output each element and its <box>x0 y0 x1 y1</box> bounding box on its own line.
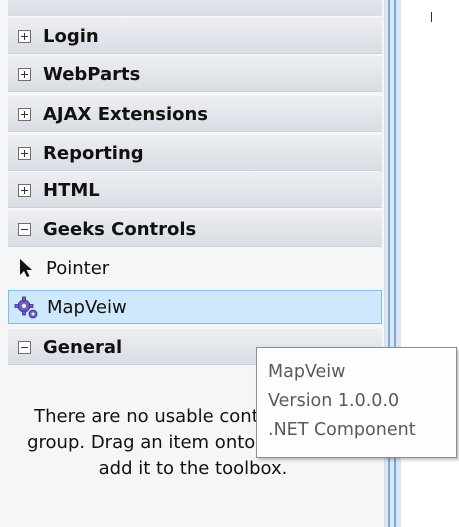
category-html[interactable]: HTML <box>8 172 382 208</box>
category-reporting[interactable]: Reporting <box>8 135 382 171</box>
expand-plus-icon[interactable] <box>18 107 31 121</box>
pointer-icon <box>20 259 32 277</box>
tooltip-type: .NET Component <box>268 420 416 440</box>
category-label: WebParts <box>43 63 141 85</box>
expand-plus-icon[interactable] <box>18 183 31 197</box>
expand-plus-icon[interactable] <box>18 67 31 81</box>
category-label: Reporting <box>43 142 144 164</box>
category-label: HTML <box>43 179 100 201</box>
category-label: Geeks Controls <box>43 218 197 240</box>
category-webparts[interactable]: WebParts <box>8 56 382 92</box>
item-tooltip: MapVeiw Version 1.0.0.0 .NET Component <box>256 347 457 458</box>
expand-plus-icon[interactable] <box>18 146 31 160</box>
text-cursor <box>431 12 432 22</box>
gear-icon <box>14 296 38 319</box>
item-label: Pointer <box>46 257 110 279</box>
category-label: General <box>43 336 123 358</box>
category-login[interactable]: Login <box>8 18 382 54</box>
item-label: MapVeiw <box>47 296 127 318</box>
category-header-partial[interactable] <box>8 0 382 16</box>
category-ajax-extensions[interactable]: AJAX Extensions <box>8 96 382 132</box>
toolbox-item-pointer[interactable]: Pointer <box>8 251 382 285</box>
expand-plus-icon[interactable] <box>18 29 31 43</box>
tooltip-version: Version 1.0.0.0 <box>268 391 400 411</box>
collapse-minus-icon[interactable] <box>18 340 31 354</box>
category-geeks-controls[interactable]: Geeks Controls <box>8 211 382 247</box>
toolbox-item-mapveiw[interactable]: MapVeiw <box>8 290 382 324</box>
category-label: Login <box>43 25 99 47</box>
category-label: AJAX Extensions <box>43 103 209 125</box>
collapse-minus-icon[interactable] <box>18 222 31 236</box>
tooltip-name: MapVeiw <box>268 362 346 382</box>
